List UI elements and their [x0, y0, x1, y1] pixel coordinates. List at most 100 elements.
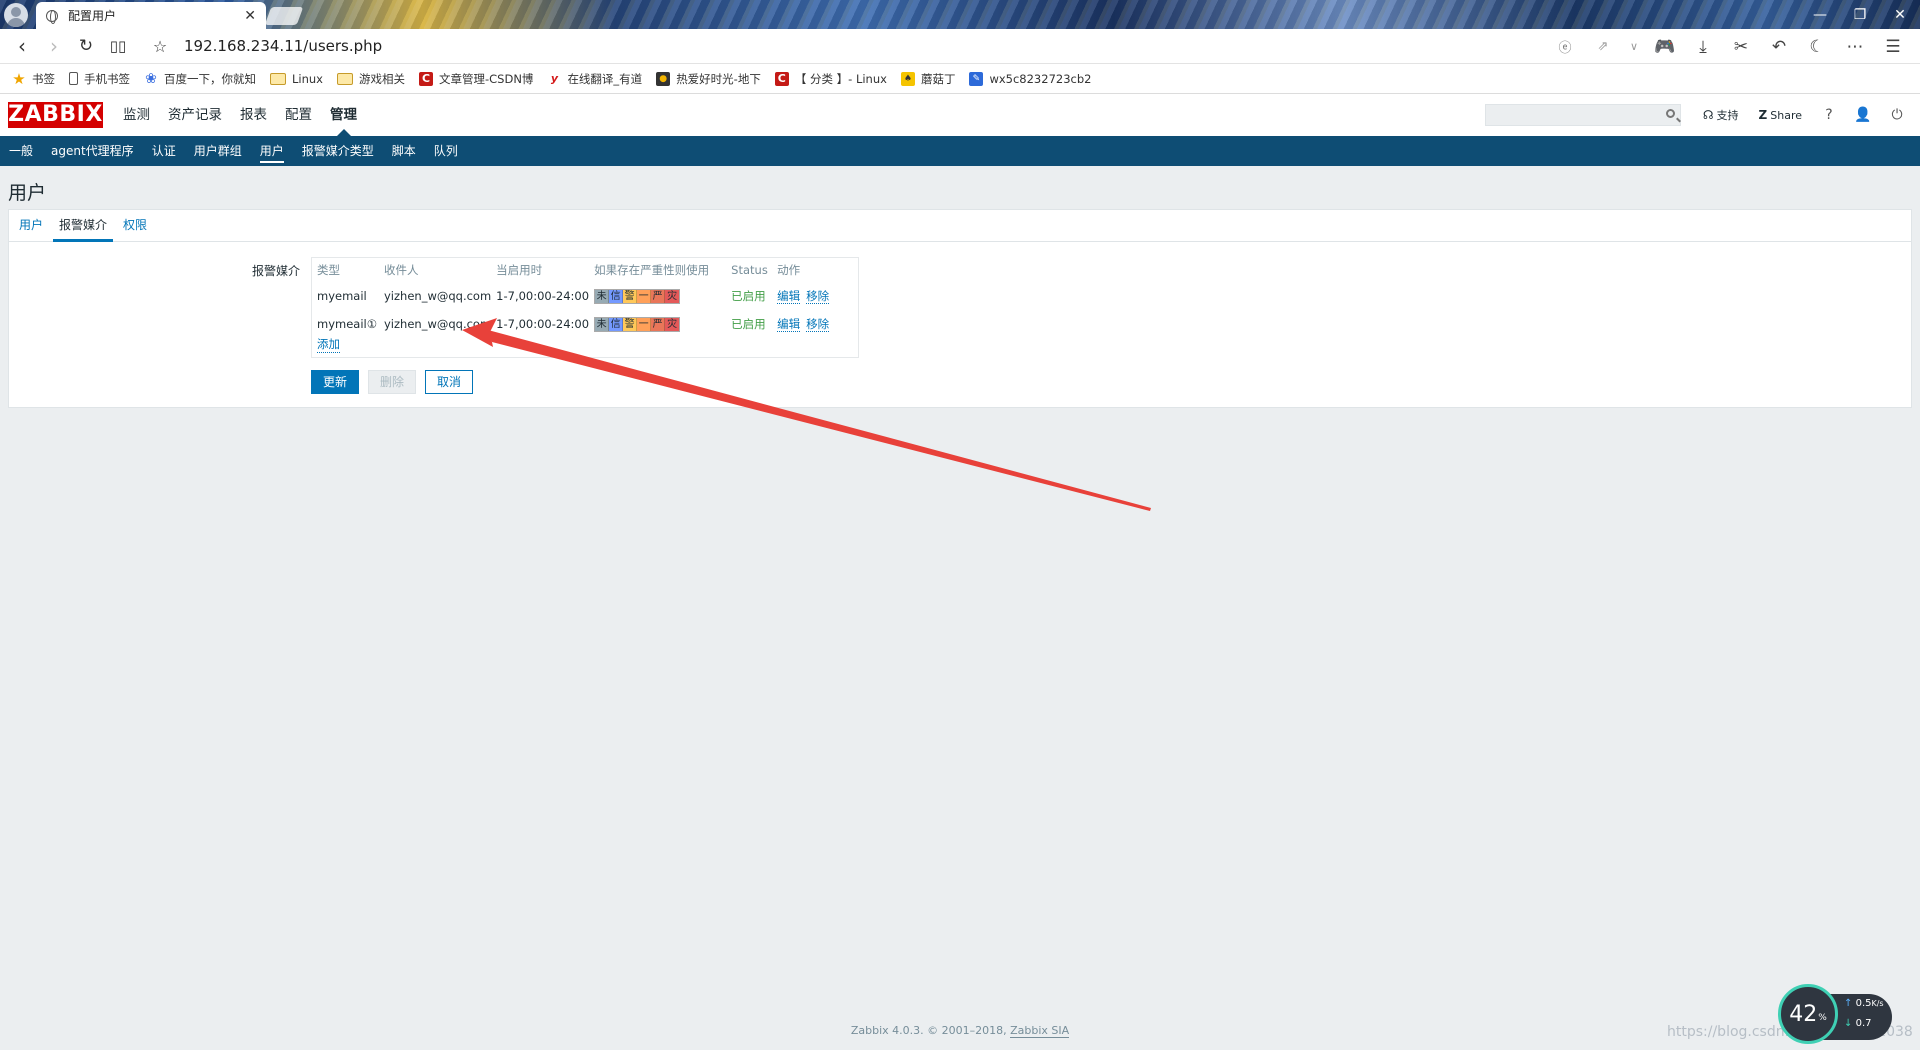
- user-form: 用户 报警媒介 权限 报警媒介 类型 收件人 当启用时 如果存在严重性则使用 S…: [8, 209, 1912, 408]
- restore-icon[interactable]: ❐: [1840, 0, 1880, 29]
- bookmark-star-icon[interactable]: ☆: [144, 30, 176, 62]
- footer-link[interactable]: Zabbix SIA: [1010, 1024, 1070, 1038]
- sign-out-icon[interactable]: ⏻: [1880, 107, 1914, 123]
- sub-menu-scripts[interactable]: 脚本: [383, 136, 425, 166]
- cpu-percent-gauge: 42%: [1778, 984, 1838, 1044]
- bookmark-item[interactable]: C 文章管理-CSDN博: [419, 71, 533, 87]
- back-icon[interactable]: ‹: [6, 30, 38, 62]
- forward-icon[interactable]: ›: [38, 30, 70, 62]
- bookmark-folder[interactable]: 游戏相关: [337, 71, 405, 87]
- bookmark-folder[interactable]: Linux: [270, 72, 323, 86]
- browser-tab[interactable]: 配置用户 ✕: [36, 2, 266, 29]
- remove-media-link[interactable]: 移除: [806, 289, 830, 304]
- severity-warning: 警: [623, 318, 638, 331]
- main-menu-reports[interactable]: 报表: [231, 94, 276, 136]
- form-tabs: 用户 报警媒介 权限: [9, 210, 1911, 242]
- minimize-icon[interactable]: —: [1800, 0, 1840, 29]
- footer-text: Zabbix 4.0.3. © 2001–2018,: [850, 1024, 1007, 1037]
- close-tab-icon[interactable]: ✕: [244, 8, 256, 24]
- bookmark-item[interactable]: 手机书签: [69, 71, 130, 87]
- delete-button: 删除: [368, 370, 416, 394]
- menu-icon[interactable]: ☰: [1874, 37, 1912, 57]
- zabbix-header: ZABBIX 监测 资产记录 报表 配置 管理 ☊ 支持 Z Share ? 👤 ⏻: [0, 94, 1920, 136]
- sub-menu-general[interactable]: 一般: [0, 136, 42, 166]
- tiger-icon: ●: [656, 71, 671, 86]
- support-link[interactable]: ☊ 支持: [1703, 107, 1739, 123]
- status-enabled-link[interactable]: 已启用: [726, 282, 772, 310]
- edit-media-link[interactable]: 编辑: [777, 317, 801, 332]
- bookmark-item[interactable]: ♠ 蘑菇丁: [900, 71, 955, 87]
- page-footer: Zabbix 4.0.3. © 2001–2018, Zabbix SIA: [0, 1024, 1920, 1038]
- share-z-icon: Z: [1758, 108, 1768, 122]
- cancel-button[interactable]: 取消: [425, 370, 473, 394]
- night-mode-icon[interactable]: ☾: [1798, 37, 1836, 57]
- folder-icon: [270, 72, 286, 85]
- bookmark-item[interactable]: C 【 分类 】- Linux: [774, 71, 887, 87]
- share-page-icon[interactable]: ⇗: [1584, 39, 1622, 54]
- url-field[interactable]: 192.168.234.11/users.php: [184, 37, 382, 55]
- severity-cell: 未 信 警 一 严 灾: [589, 310, 726, 338]
- new-tab-button[interactable]: [264, 7, 304, 25]
- severity-indicator: 未 信 警 一 严 灾: [594, 289, 681, 304]
- globe-icon: [46, 9, 58, 24]
- media-type: myemail: [317, 289, 367, 303]
- bookmark-item[interactable]: ✎ wx5c8232723cb2: [969, 71, 1091, 86]
- column-header-when-active: 当启用时: [496, 263, 543, 277]
- media-type: mymeail①: [317, 317, 378, 331]
- csdn-icon: C: [774, 71, 789, 86]
- reader-mode-icon[interactable]: ▯▯: [102, 30, 134, 62]
- phone-icon: [69, 72, 78, 85]
- search-icon[interactable]: [1665, 109, 1675, 118]
- tab-permissions[interactable]: 权限: [117, 210, 153, 241]
- browser-profile-icon[interactable]: [4, 3, 28, 27]
- sub-menu-proxies[interactable]: agent代理程序: [42, 136, 143, 166]
- edit-media-link[interactable]: 编辑: [777, 289, 801, 304]
- ie-mode-icon[interactable]: ⓔ: [1546, 37, 1584, 56]
- main-menu-monitoring[interactable]: 监测: [114, 94, 159, 136]
- severity-not-classified: 未: [595, 318, 610, 331]
- window-close-icon[interactable]: ✕: [1880, 0, 1920, 29]
- zabbix-logo[interactable]: ZABBIX: [8, 102, 103, 128]
- sub-menu-users[interactable]: 用户: [251, 136, 293, 166]
- sub-menu-authentication[interactable]: 认证: [143, 136, 185, 166]
- star-icon: ★: [12, 69, 26, 88]
- bookmark-item[interactable]: ★ 书签: [12, 69, 55, 88]
- severity-information: 信: [609, 318, 624, 331]
- help-icon[interactable]: ?: [1812, 107, 1846, 123]
- add-media-link[interactable]: 添加: [317, 336, 340, 353]
- bookmark-item[interactable]: ❀ 百度一下，你就知: [144, 71, 256, 87]
- user-profile-icon[interactable]: 👤: [1846, 107, 1880, 123]
- severity-disaster: 灾: [665, 290, 680, 303]
- tab-user[interactable]: 用户: [13, 210, 49, 241]
- global-search: [1484, 104, 1681, 126]
- chevron-down-icon[interactable]: ∨: [1622, 40, 1646, 53]
- sub-menu-user-groups[interactable]: 用户群组: [185, 136, 251, 166]
- main-menu-configuration[interactable]: 配置: [276, 94, 321, 136]
- column-header-type: 类型: [317, 263, 340, 277]
- screenshot-scissors-icon[interactable]: ✂: [1722, 37, 1760, 57]
- csdn-icon: C: [419, 71, 433, 86]
- network-speed-widget[interactable]: ↑ 0.5K/s ↓ 0.7 42%: [1778, 984, 1892, 1044]
- share-link[interactable]: Z Share: [1759, 108, 1802, 122]
- severity-high: 严: [651, 290, 666, 303]
- remove-media-link[interactable]: 移除: [806, 317, 830, 332]
- bookmark-item[interactable]: ● 热爱好时光-地下: [656, 71, 761, 87]
- gamepad-icon[interactable]: 🎮: [1646, 37, 1684, 57]
- download-icon[interactable]: ⤓: [1684, 37, 1722, 57]
- reload-icon[interactable]: ↻: [70, 30, 102, 62]
- main-menu-inventory[interactable]: 资产记录: [159, 94, 231, 136]
- media-sendto: yizhen_w@qq.com: [384, 289, 492, 303]
- main-menu-administration[interactable]: 管理: [321, 94, 366, 136]
- status-enabled-link[interactable]: 已启用: [726, 310, 772, 338]
- search-input[interactable]: [1485, 105, 1680, 125]
- more-icon[interactable]: ⋯: [1836, 37, 1874, 57]
- undo-close-icon[interactable]: ↶: [1760, 37, 1798, 57]
- baidu-paw-icon: ❀: [145, 70, 157, 87]
- bookmark-item[interactable]: y 在线翻译_有道: [547, 71, 642, 87]
- form-buttons: 更新 删除 取消: [311, 370, 482, 394]
- sub-menu-media-types[interactable]: 报警媒介类型: [293, 136, 383, 166]
- mogu-icon: ♠: [900, 71, 915, 86]
- update-button[interactable]: 更新: [311, 370, 359, 394]
- sub-menu-queue[interactable]: 队列: [425, 136, 467, 166]
- tab-media[interactable]: 报警媒介: [53, 210, 114, 242]
